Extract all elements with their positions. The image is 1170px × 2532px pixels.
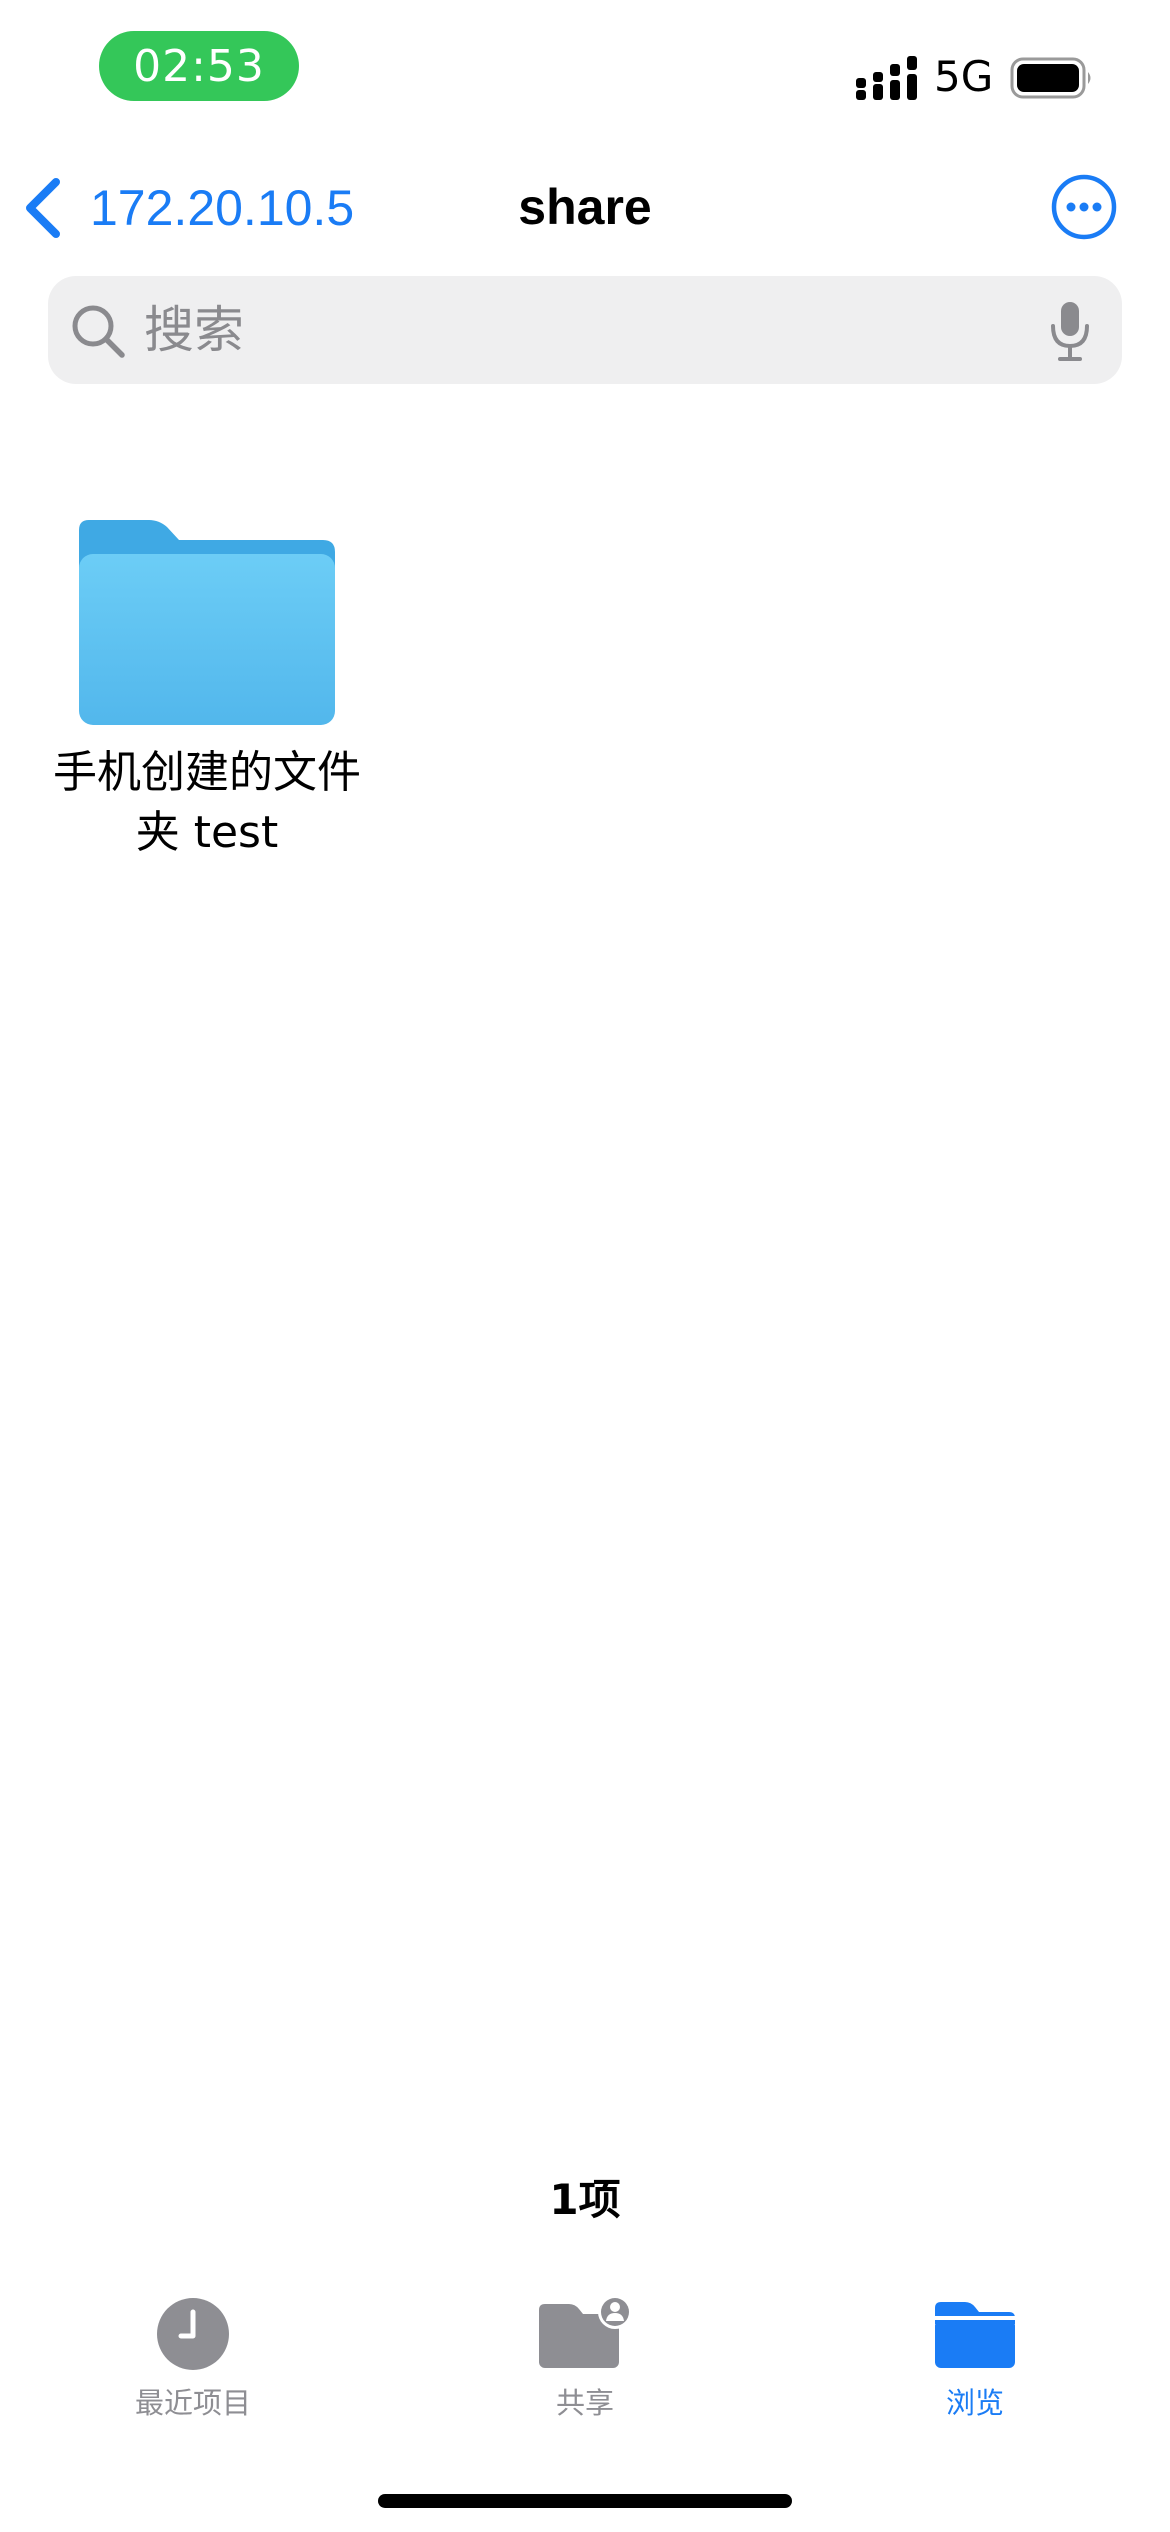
tab-recents[interactable]: 最近项目 (73, 2296, 313, 2422)
clock-icon (157, 2298, 229, 2370)
item-count: 1项 (549, 2175, 621, 2224)
search-icon (72, 305, 125, 358)
folder-item[interactable]: 手机创建的文件夹 test (40, 520, 374, 863)
battery-icon (1010, 57, 1091, 99)
tab-label-browse: 浏览 (945, 2386, 1004, 2420)
folder-name: 手机创建的文件夹 test (53, 747, 361, 858)
network-type: 5G (934, 52, 994, 101)
tab-label-shared: 共享 (555, 2386, 614, 2420)
cellular-signal-icon (856, 56, 917, 100)
microphone-icon[interactable] (1048, 300, 1092, 362)
tab-shared[interactable]: 共享 (465, 2296, 705, 2422)
status-time-pill[interactable]: 02:53 (99, 31, 299, 101)
folder-icon (935, 2302, 1015, 2368)
search-input[interactable] (144, 294, 994, 366)
tab-label-recents: 最近项目 (134, 2386, 251, 2420)
folder-icon (79, 520, 335, 725)
tab-browse[interactable]: 浏览 (855, 2296, 1095, 2422)
shared-folder-icon (539, 2296, 632, 2368)
page-title: share (518, 179, 652, 235)
search-bar[interactable] (48, 276, 1122, 384)
ellipsis-circle-icon[interactable] (1051, 174, 1117, 240)
home-indicator[interactable] (378, 2494, 792, 2508)
status-time: 02:53 (133, 40, 265, 92)
